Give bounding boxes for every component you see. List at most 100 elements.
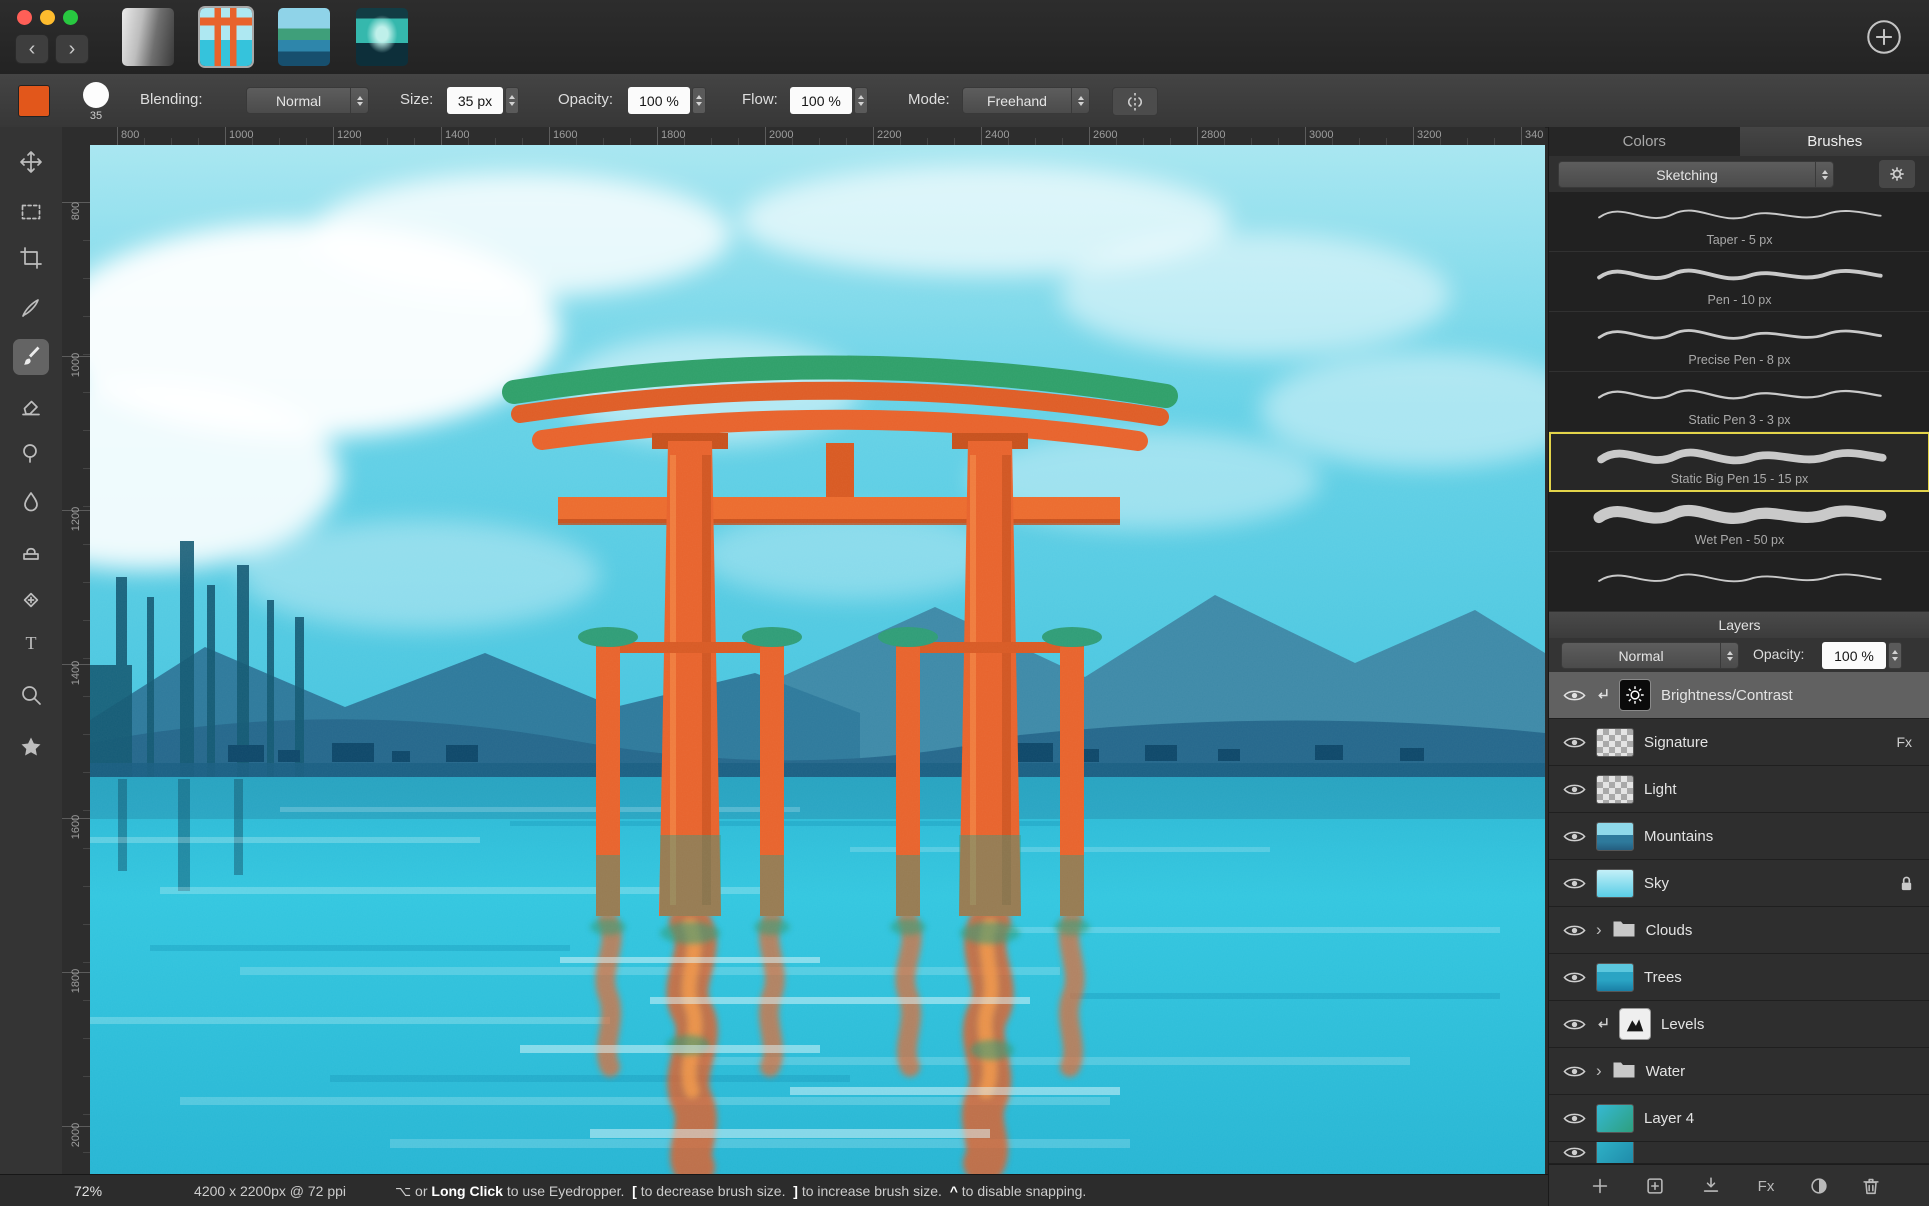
eye-icon[interactable] xyxy=(1563,735,1586,750)
layers-panel-header: Layers xyxy=(1549,612,1929,639)
layer-row-mountains[interactable]: Mountains xyxy=(1549,813,1929,860)
eye-icon[interactable] xyxy=(1563,876,1586,891)
add-layer-button[interactable] xyxy=(1586,1172,1614,1200)
eye-icon[interactable] xyxy=(1563,1017,1586,1032)
fx-badge[interactable]: Fx xyxy=(1896,734,1912,750)
layer-thumbnail xyxy=(1596,1104,1634,1133)
symmetry-button[interactable] xyxy=(1112,87,1158,116)
text-tool-icon[interactable]: T xyxy=(13,625,49,661)
brush-item[interactable]: Pen - 10 px xyxy=(1549,252,1929,312)
brush-item[interactable]: Static Pen 3 - 3 px xyxy=(1549,372,1929,432)
size-stepper[interactable] xyxy=(505,87,519,114)
brush-item[interactable]: Wet Pen - 50 px xyxy=(1549,492,1929,552)
brightness-contrast-icon xyxy=(1619,679,1651,711)
layer-row-sky[interactable]: Sky xyxy=(1549,860,1929,907)
layer-row-levels[interactable]: Levels xyxy=(1549,1001,1929,1048)
layer-opacity-stepper[interactable] xyxy=(1888,642,1902,669)
layer-row-light[interactable]: Light xyxy=(1549,766,1929,813)
ruler-corner xyxy=(62,127,90,146)
brush-item-selected[interactable]: Static Big Pen 15 - 15 px xyxy=(1549,432,1929,492)
eye-icon[interactable] xyxy=(1563,688,1586,703)
import-button[interactable] xyxy=(1697,1172,1725,1200)
vertical-ruler[interactable]: 800 1000 1200 1400 1600 1800 2000 xyxy=(62,145,91,1174)
back-button[interactable]: ‹ xyxy=(15,34,49,64)
layer-blend-mode-select[interactable]: Normal xyxy=(1561,642,1739,669)
crop-tool-icon[interactable] xyxy=(13,240,49,276)
document-thumbnail-4[interactable] xyxy=(356,8,408,66)
panel-tabs: Colors Brushes xyxy=(1549,127,1929,157)
opacity-stepper[interactable] xyxy=(692,87,706,114)
brush-item[interactable] xyxy=(1549,552,1929,612)
disclosure-chevron-icon[interactable]: › xyxy=(1596,1065,1602,1077)
adjustments-button[interactable] xyxy=(1805,1172,1833,1200)
layer-row-water[interactable]: › Water xyxy=(1549,1048,1929,1095)
disclosure-chevron-icon[interactable]: › xyxy=(1596,924,1602,936)
fullscreen-window-button[interactable] xyxy=(63,10,78,25)
layer-effects-button[interactable]: Fx xyxy=(1752,1172,1780,1200)
eye-icon[interactable] xyxy=(1563,923,1586,938)
close-window-button[interactable] xyxy=(17,10,32,25)
eraser-tool-icon[interactable] xyxy=(13,388,49,424)
symmetry-icon xyxy=(1123,90,1147,114)
layer-row-partial[interactable] xyxy=(1549,1142,1929,1164)
favorites-star-tool-icon[interactable] xyxy=(13,729,49,765)
gear-icon xyxy=(1887,164,1907,184)
move-tool-icon[interactable] xyxy=(13,144,49,180)
canvas-viewport[interactable] xyxy=(90,145,1545,1174)
horizontal-ruler[interactable]: 800 1000 1200 1400 1600 1800 2000 2200 2… xyxy=(90,127,1545,146)
brush-item[interactable]: Precise Pen - 8 px xyxy=(1549,312,1929,372)
document-thumbnail-3[interactable] xyxy=(278,8,330,66)
flow-input[interactable]: 100 % xyxy=(790,87,852,114)
brush-settings-button[interactable] xyxy=(1879,160,1915,188)
eye-icon[interactable] xyxy=(1563,1064,1586,1079)
smudge-tool-icon[interactable] xyxy=(13,484,49,520)
brush-category-select[interactable]: Sketching xyxy=(1558,161,1834,188)
layer-row-brightness-contrast[interactable]: Brightness/Contrast xyxy=(1549,672,1929,719)
eye-icon[interactable] xyxy=(1563,1111,1586,1126)
status-bar: 72% 4200 x 2200px @ 72 ppi ⌥ or Long Cli… xyxy=(0,1174,1548,1206)
plus-circle-icon xyxy=(1866,19,1902,55)
delete-layer-button[interactable] xyxy=(1857,1172,1885,1200)
new-document-button[interactable] xyxy=(1866,19,1902,55)
blending-label: Blending: xyxy=(140,91,203,108)
marquee-tool-icon[interactable] xyxy=(13,194,49,230)
forward-button[interactable]: › xyxy=(55,34,89,64)
layer-thumbnail xyxy=(1596,822,1634,851)
canvas-painting[interactable] xyxy=(90,145,1545,1174)
new-pixel-layer-button[interactable] xyxy=(1641,1172,1669,1200)
mode-select[interactable]: Freehand xyxy=(962,87,1090,114)
flow-label: Flow: xyxy=(742,91,778,108)
layer-opacity-input[interactable]: 100 % xyxy=(1822,642,1886,669)
eye-icon[interactable] xyxy=(1563,829,1586,844)
layer-row-layer-4[interactable]: Layer 4 xyxy=(1549,1095,1929,1142)
layer-row-clouds[interactable]: › Clouds xyxy=(1549,907,1929,954)
healing-tool-icon[interactable] xyxy=(13,582,49,618)
eye-icon[interactable] xyxy=(1563,1145,1586,1160)
size-input[interactable]: 35 px xyxy=(447,87,503,114)
paint-brush-tool-icon[interactable] xyxy=(13,339,49,375)
folder-icon xyxy=(1612,1060,1636,1083)
brush-item[interactable]: Taper - 5 px xyxy=(1549,192,1929,252)
layer-row-trees[interactable]: Trees xyxy=(1549,954,1929,1001)
blending-select[interactable]: Normal xyxy=(246,87,369,114)
brush-stroke-preview xyxy=(1574,315,1904,353)
eye-icon[interactable] xyxy=(1563,970,1586,985)
minimize-window-button[interactable] xyxy=(40,10,55,25)
layer-row-signature[interactable]: Signature Fx xyxy=(1549,719,1929,766)
zoom-tool-icon[interactable] xyxy=(13,677,49,713)
vector-brush-tool-icon[interactable] xyxy=(13,290,49,326)
chevron-updown-icon xyxy=(1071,88,1089,113)
eye-icon[interactable] xyxy=(1563,782,1586,797)
clone-stamp-tool-icon[interactable] xyxy=(13,533,49,569)
tab-brushes[interactable]: Brushes xyxy=(1740,127,1929,156)
zoom-level[interactable]: 72% xyxy=(74,1183,102,1199)
document-thumbnail-1[interactable] xyxy=(122,8,174,66)
opacity-input[interactable]: 100 % xyxy=(628,87,690,114)
color-swatch[interactable] xyxy=(18,85,50,117)
dodge-tool-icon[interactable] xyxy=(13,435,49,471)
brush-size-preview[interactable] xyxy=(83,82,109,108)
document-thumbnail-2-active[interactable] xyxy=(200,8,252,66)
layer-thumbnail xyxy=(1596,963,1634,992)
flow-stepper[interactable] xyxy=(854,87,868,114)
tab-colors[interactable]: Colors xyxy=(1549,127,1740,156)
